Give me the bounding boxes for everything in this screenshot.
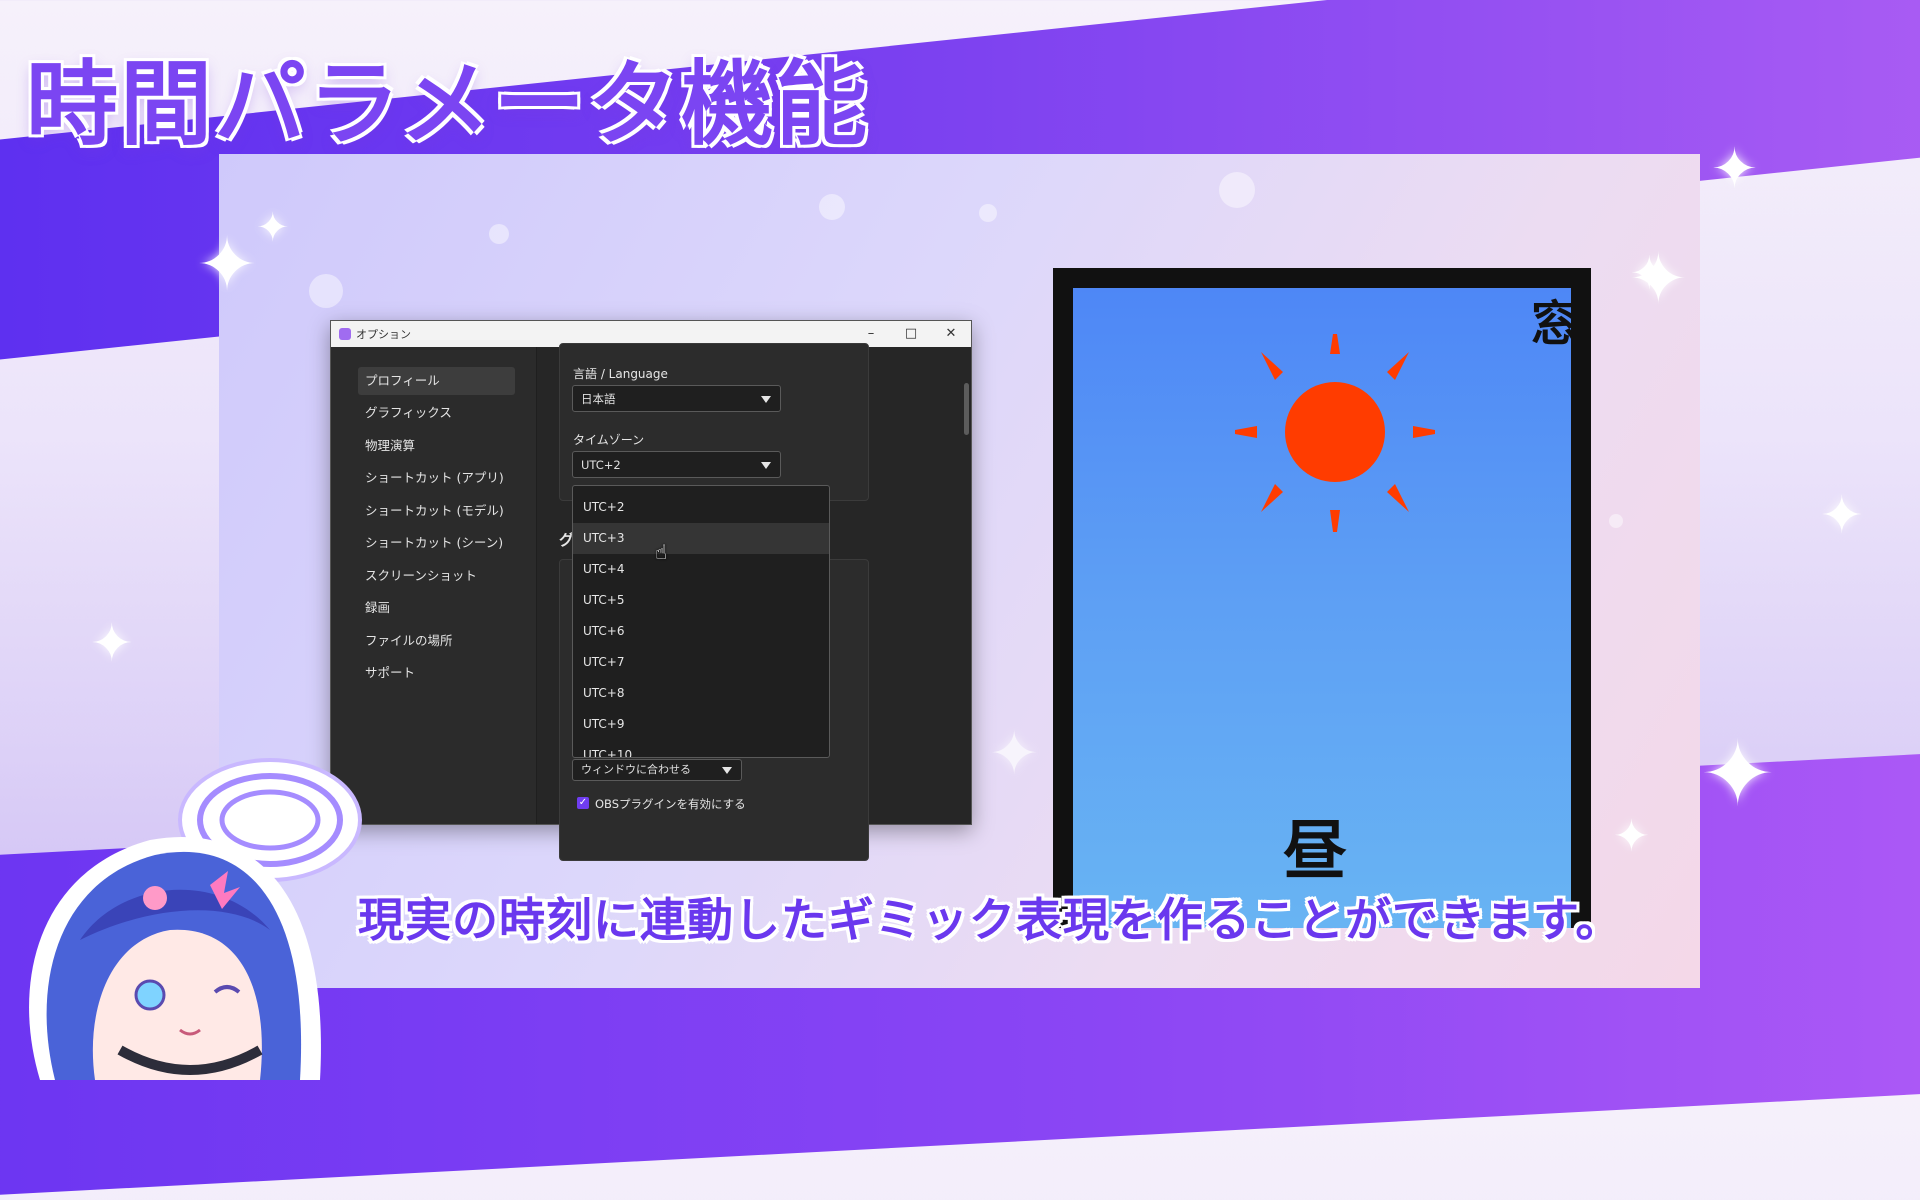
sidebar-item-support[interactable]: サポート xyxy=(358,659,515,687)
page-title: 時間パラメータ機能 xyxy=(26,51,870,158)
timezone-dropdown-list: UTC+2 UTC+3 UTC+4 UTC+5 UTC+6 UTC+7 UTC+… xyxy=(572,485,830,758)
chevron-down-icon xyxy=(761,396,771,403)
language-select-value: 日本語 xyxy=(581,392,616,406)
language-label: 言語 / Language xyxy=(573,367,668,381)
app-icon xyxy=(339,328,351,340)
sidebar-item-graphics[interactable]: グラフィックス xyxy=(358,399,515,427)
window-size-select-value: ウィンドウに合わせる xyxy=(581,763,691,776)
sidebar-item-recording[interactable]: 録画 xyxy=(358,594,515,622)
character-avatar xyxy=(29,758,362,1080)
timezone-option[interactable]: UTC+4 xyxy=(573,554,829,585)
sky: 窓 昼 xyxy=(1073,288,1571,928)
decorative-bubble xyxy=(1219,172,1255,208)
decorative-bubble xyxy=(309,274,343,308)
sidebar-item-physics[interactable]: 物理演算 xyxy=(358,432,515,460)
sidebar-item-profile[interactable]: プロフィール xyxy=(358,367,515,395)
timezone-option[interactable]: UTC+7 xyxy=(573,647,829,678)
timezone-option[interactable]: UTC+10 xyxy=(573,740,829,757)
window-illustration: 窓 昼 xyxy=(1053,268,1591,928)
sidebar-item-screenshot[interactable]: スクリーンショット xyxy=(358,562,515,590)
sparkle-icon: ✦ xyxy=(1711,137,1758,202)
close-button[interactable]: ✕ xyxy=(931,321,971,347)
window-size-select[interactable]: ウィンドウに合わせる xyxy=(572,759,742,781)
decorative-bubble xyxy=(979,204,997,222)
caption-text: 現実の時刻に連動したギミック表現を作ることができます。 xyxy=(358,893,1623,947)
hand-cursor-icon: ☝ xyxy=(655,540,668,564)
timezone-option[interactable]: UTC+9 xyxy=(573,709,829,740)
chevron-down-icon xyxy=(722,767,732,774)
language-select[interactable]: 日本語 xyxy=(572,385,781,412)
obs-plugin-label: OBSプラグインを有効にする xyxy=(595,797,746,811)
timezone-label: タイムゾーン xyxy=(573,433,645,447)
timezone-option[interactable]: UTC+5 xyxy=(573,585,829,616)
sidebar-item-shortcut-app[interactable]: ショートカット (アプリ) xyxy=(358,464,515,492)
sparkle-icon: ✦ xyxy=(1630,246,1669,300)
timezone-option-hovered[interactable]: UTC+3 xyxy=(573,523,829,554)
sidebar-item-shortcut-scene[interactable]: ショートカット (シーン) xyxy=(358,529,515,557)
obs-plugin-checkbox[interactable]: ✓ xyxy=(577,797,589,809)
timezone-option[interactable]: UTC+2 xyxy=(573,492,829,523)
sparkle-icon: ✦ xyxy=(90,614,134,674)
sparkle-icon: ✦ xyxy=(1613,811,1650,862)
window-label: 窓 xyxy=(1531,296,1571,352)
sidebar-item-file-location[interactable]: ファイルの場所 xyxy=(358,627,515,655)
window-title: オプション xyxy=(356,328,411,341)
timezone-select[interactable]: UTC+2 xyxy=(572,451,781,478)
sidebar-item-shortcut-model[interactable]: ショートカット (モデル) xyxy=(358,497,515,525)
sparkle-icon: ✦ xyxy=(1700,722,1776,827)
maximize-button[interactable]: □ xyxy=(891,321,931,347)
chevron-down-icon xyxy=(761,462,771,469)
sparkle-icon: ✦ xyxy=(256,205,290,251)
sparkle-icon: ✦ xyxy=(196,222,259,308)
timezone-option[interactable]: UTC+6 xyxy=(573,616,829,647)
decorative-bubble xyxy=(819,194,845,220)
sparkle-icon: ✦ xyxy=(989,719,1040,789)
timezone-select-value: UTC+2 xyxy=(581,458,621,472)
sparkle-icon: ✦ xyxy=(1820,486,1864,546)
timezone-option[interactable]: UTC+8 xyxy=(573,678,829,709)
decorative-bubble xyxy=(489,224,509,244)
decorative-bubble xyxy=(1609,514,1623,528)
scrollbar-thumb[interactable] xyxy=(964,383,969,435)
time-label: 昼 xyxy=(1283,814,1347,889)
